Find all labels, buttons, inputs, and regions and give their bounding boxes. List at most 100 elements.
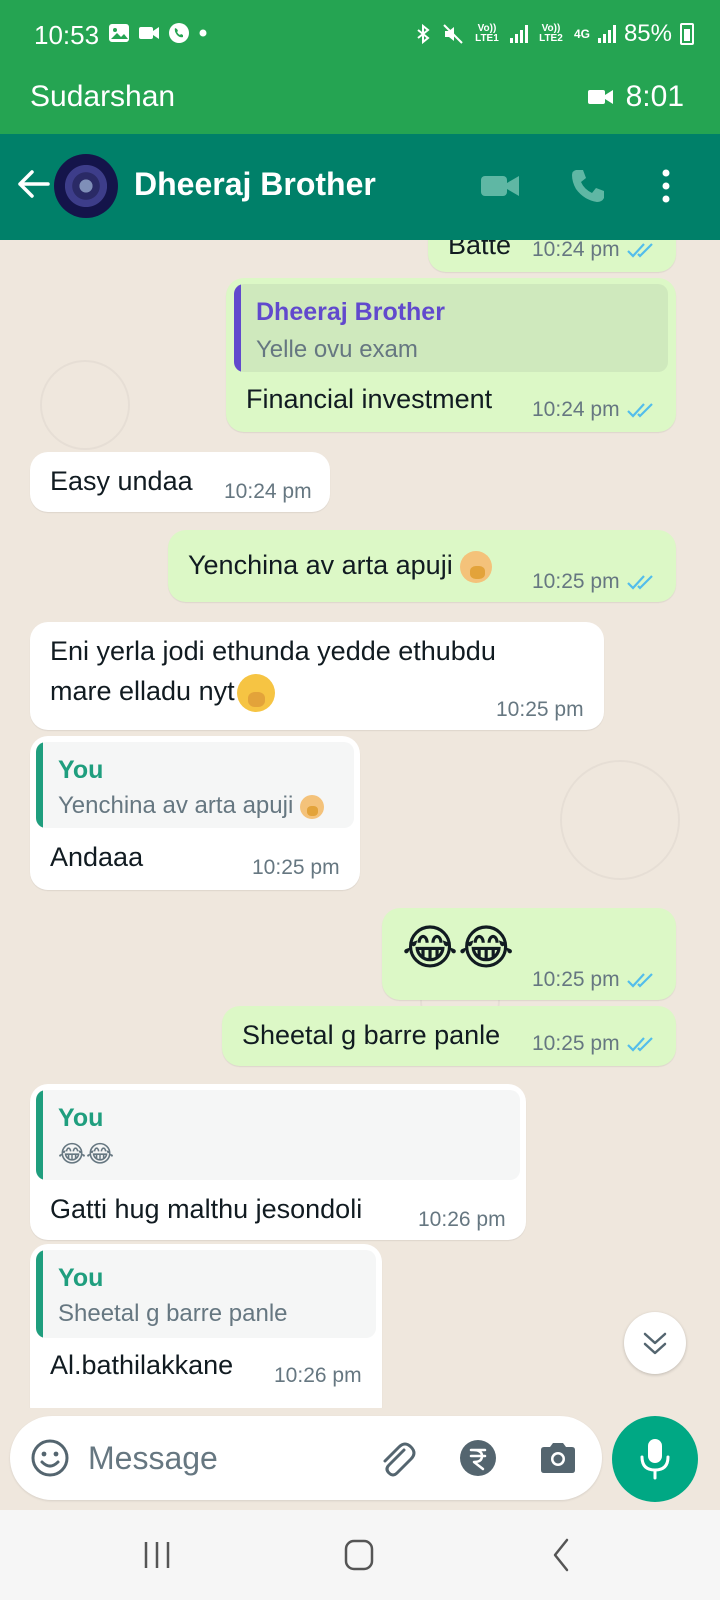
status-left-icons bbox=[108, 22, 208, 44]
home-icon[interactable] bbox=[334, 1532, 384, 1578]
message-meta: 10:24 pm bbox=[224, 480, 312, 504]
facepalm-emoji-icon bbox=[299, 794, 324, 819]
read-receipt-icon bbox=[626, 575, 653, 590]
system-nav-bar bbox=[0, 1510, 720, 1600]
notification-dot-icon bbox=[199, 29, 207, 37]
quoted-message[interactable]: Dheeraj Brother Yelle ovu exam bbox=[234, 284, 668, 372]
quote-text-content: Yenchina av arta apuji bbox=[58, 792, 294, 819]
contact-avatar[interactable] bbox=[54, 154, 118, 218]
message-text-content: mare elladu nyt bbox=[50, 676, 235, 707]
contact-name[interactable]: Dheeraj Brother bbox=[134, 166, 376, 203]
message-time: 10:24 pm bbox=[224, 480, 312, 503]
message-meta: 10:25 pm bbox=[532, 570, 656, 594]
voice-message-button[interactable] bbox=[612, 1416, 698, 1502]
video-call-icon bbox=[587, 90, 613, 104]
message-text: Yenchina av arta apuji bbox=[188, 550, 493, 583]
quote-text: Sheetal g barre panle bbox=[58, 1300, 288, 1327]
quote-author: You bbox=[58, 1264, 104, 1292]
battery-percent: 85% bbox=[623, 20, 672, 47]
message-text-line1: Eni yerla jodi ethunda yedde ethubdu bbox=[50, 636, 496, 666]
whatsapp-icon bbox=[169, 23, 189, 43]
message-bubble-outgoing[interactable]: Sheetal g barre panle 10:25 pm bbox=[222, 1006, 676, 1066]
message-time: 10:24 pm bbox=[532, 398, 620, 421]
message-meta: 10:24 pm bbox=[532, 240, 656, 262]
more-options-icon[interactable] bbox=[644, 164, 688, 208]
quote-bar bbox=[36, 1250, 43, 1338]
payment-rupee-icon[interactable] bbox=[456, 1436, 500, 1480]
message-time: 10:26 pm bbox=[418, 1208, 506, 1231]
ongoing-call-banner[interactable]: Sudarshan 8:01 bbox=[0, 74, 720, 134]
attach-icon[interactable] bbox=[374, 1436, 418, 1480]
network-type: 4G bbox=[573, 27, 590, 41]
message-time: 10:25 pm bbox=[532, 968, 620, 991]
recent-apps-icon[interactable] bbox=[132, 1532, 182, 1578]
message-time: 10:25 pm bbox=[532, 570, 620, 593]
message-time: 10:25 pm bbox=[496, 698, 584, 721]
video-icon bbox=[139, 27, 159, 39]
scroll-to-bottom-button[interactable] bbox=[624, 1312, 686, 1374]
caller-name: Sudarshan bbox=[30, 80, 176, 113]
quote-bar bbox=[36, 742, 43, 828]
hand-over-mouth-emoji-icon bbox=[236, 674, 275, 712]
message-text: Easy undaa bbox=[50, 466, 193, 496]
message-time: 10:26 pm bbox=[274, 1364, 362, 1387]
message-bubble-incoming[interactable]: You 😂😂 Gatti hug malthu jesondoli 10:26 … bbox=[30, 1084, 526, 1240]
message-bubble-incoming[interactable]: Eni yerla jodi ethunda yedde ethubdu mar… bbox=[30, 622, 604, 730]
read-receipt-icon bbox=[626, 1037, 653, 1052]
facepalm-emoji-icon bbox=[460, 550, 493, 583]
voice-call-button[interactable] bbox=[566, 164, 610, 208]
call-duration-group: 8:01 bbox=[587, 80, 684, 114]
message-composer bbox=[10, 1416, 602, 1500]
message-bubble-outgoing[interactable]: 😂😂 10:25 pm bbox=[382, 908, 676, 1000]
chat-area[interactable]: Batte 10:24 pm Dheeraj Brother Yelle ovu… bbox=[0, 240, 720, 1408]
wallpaper-doodle bbox=[40, 360, 130, 450]
emoji-icon[interactable] bbox=[28, 1436, 72, 1480]
message-text: Gatti hug malthu jesondoli bbox=[50, 1194, 363, 1224]
sim1-label: Vo)) LTE1 bbox=[475, 23, 499, 44]
call-duration: 8:01 bbox=[625, 80, 684, 113]
read-receipt-icon bbox=[626, 973, 653, 988]
quoted-message[interactable]: You 😂😂 bbox=[36, 1090, 520, 1180]
back-arrow-icon[interactable] bbox=[12, 162, 56, 206]
message-bubble-outgoing[interactable]: Yenchina av arta apuji 10:25 pm bbox=[168, 530, 676, 602]
mute-icon bbox=[443, 24, 463, 44]
status-bar: 10:53 Vo)) LTE1 Vo)) LTE2 4G 85% bbox=[0, 0, 720, 74]
message-meta: 10:26 pm bbox=[274, 1364, 362, 1388]
message-text: Batte bbox=[448, 240, 512, 260]
camera-icon[interactable] bbox=[536, 1436, 580, 1480]
read-receipt-icon bbox=[626, 243, 653, 258]
bluetooth-icon bbox=[417, 23, 430, 45]
message-bubble-outgoing[interactable]: Batte 10:24 pm bbox=[428, 240, 676, 272]
message-text: Andaaa bbox=[50, 842, 144, 872]
message-text: Al.bathilakkane bbox=[50, 1350, 234, 1380]
message-bubble-incoming[interactable]: You Sheetal g barre panle Al.bathilakkan… bbox=[30, 1244, 382, 1408]
back-icon[interactable] bbox=[536, 1532, 586, 1578]
message-time: 10:25 pm bbox=[252, 856, 340, 879]
message-meta: 10:26 pm bbox=[418, 1208, 506, 1232]
quote-bar bbox=[234, 284, 241, 372]
video-call-button[interactable] bbox=[478, 164, 522, 208]
quote-author: Dheeraj Brother bbox=[256, 298, 445, 326]
message-bubble-outgoing[interactable]: Dheeraj Brother Yelle ovu exam Financial… bbox=[226, 278, 676, 432]
quoted-message[interactable]: You Sheetal g barre panle bbox=[36, 1250, 376, 1338]
sim2-label: Vo)) LTE2 bbox=[539, 23, 563, 44]
message-input[interactable] bbox=[88, 1416, 368, 1500]
double-chevron-down-icon bbox=[643, 1332, 667, 1355]
message-time: 10:24 pm bbox=[532, 240, 620, 261]
message-bubble-incoming[interactable]: Easy undaa 10:24 pm bbox=[30, 452, 330, 512]
message-meta: 10:25 pm bbox=[496, 698, 584, 722]
battery-icon bbox=[680, 23, 694, 45]
message-text: Sheetal g barre panle bbox=[242, 1020, 501, 1050]
message-meta: 10:25 pm bbox=[532, 968, 656, 992]
read-receipt-icon bbox=[626, 403, 653, 418]
signal-bars-1-icon bbox=[509, 25, 528, 43]
message-text-line2: mare elladu nyt bbox=[50, 674, 275, 712]
message-bubble-incoming[interactable]: You Yenchina av arta apuji Andaaa 10:25 … bbox=[30, 736, 360, 890]
quote-author: You bbox=[58, 1104, 104, 1132]
message-time: 10:25 pm bbox=[532, 1032, 620, 1055]
signal-bars-2-icon bbox=[597, 25, 616, 43]
status-right: Vo)) LTE1 Vo)) LTE2 4G 85% bbox=[412, 20, 694, 48]
chat-header: Dheeraj Brother bbox=[0, 134, 720, 240]
quoted-message[interactable]: You Yenchina av arta apuji bbox=[36, 742, 354, 828]
message-meta: 10:24 pm bbox=[532, 398, 656, 422]
